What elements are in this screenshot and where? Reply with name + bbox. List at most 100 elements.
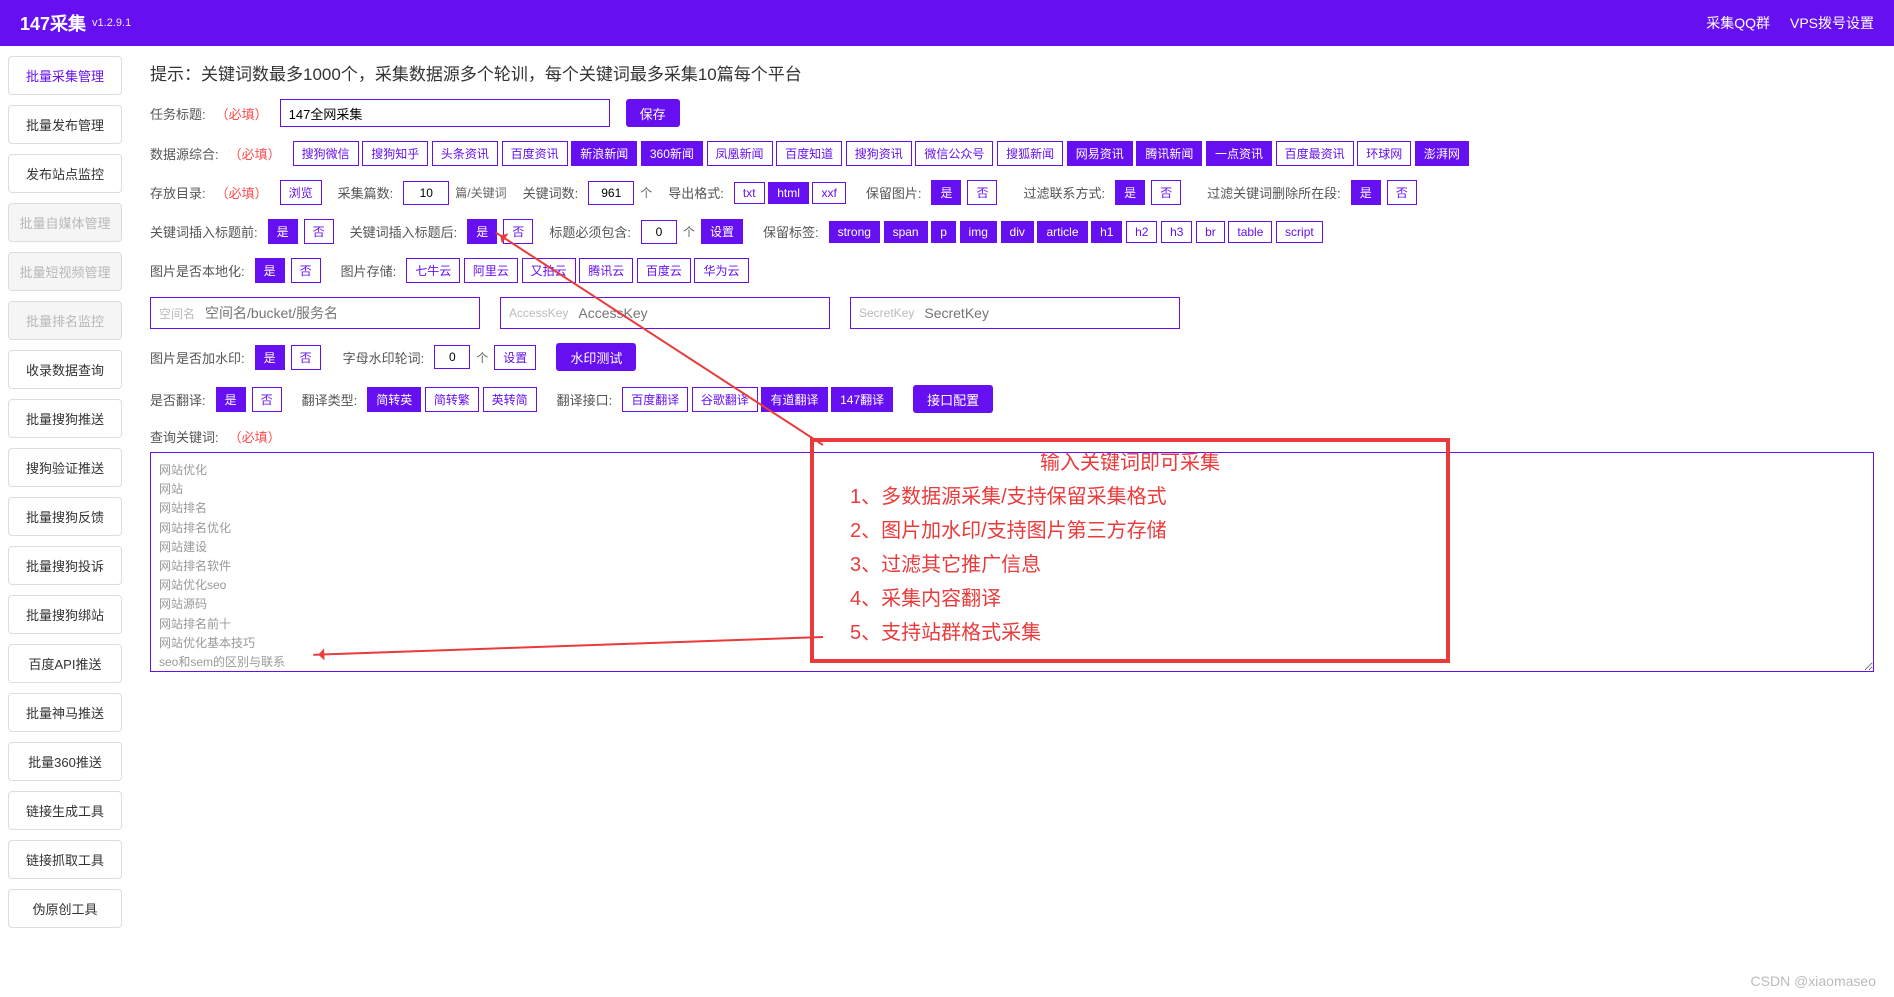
source-opt-11[interactable]: 网易资讯 [1067,141,1133,166]
insert-after-yes[interactable]: 是 [467,219,497,244]
source-opt-12[interactable]: 腾讯新闻 [1136,141,1202,166]
source-opt-13[interactable]: 一点资讯 [1206,141,1272,166]
sidebar-item-13[interactable]: 批量神马推送 [8,693,122,732]
source-opt-3[interactable]: 百度资讯 [502,141,568,166]
tag-opt-3[interactable]: img [960,221,997,243]
cloud-opt-3[interactable]: 腾讯云 [579,258,633,283]
accesskey-input[interactable] [578,305,821,321]
save-button[interactable]: 保存 [626,99,680,127]
insert-before-yes[interactable]: 是 [268,219,298,244]
must-set-button[interactable]: 设置 [701,219,743,244]
tag-opt-6[interactable]: h1 [1091,221,1122,243]
trans-yes[interactable]: 是 [216,387,246,412]
browse-button[interactable]: 浏览 [280,180,322,205]
trans-api-3[interactable]: 147翻译 [831,387,893,412]
sidebar-item-8[interactable]: 搜狗验证推送 [8,448,122,487]
cloud-opt-5[interactable]: 华为云 [694,258,748,283]
source-opt-4[interactable]: 新浪新闻 [571,141,637,166]
source-opt-8[interactable]: 搜狗资讯 [846,141,912,166]
wm-test-button[interactable]: 水印测试 [556,343,636,371]
fmt-opt-2[interactable]: xxf [812,182,845,204]
task-title-input[interactable] [280,99,610,127]
fmt-opt-0[interactable]: txt [734,182,765,204]
tag-opt-7[interactable]: h2 [1126,221,1157,243]
sidebar-item-1[interactable]: 批量发布管理 [8,105,122,144]
tag-opt-8[interactable]: h3 [1161,221,1192,243]
sidebar-item-9[interactable]: 批量搜狗反馈 [8,497,122,536]
source-opt-15[interactable]: 环球网 [1357,141,1411,166]
source-opt-1[interactable]: 搜狗知乎 [362,141,428,166]
source-opt-0[interactable]: 搜狗微信 [293,141,359,166]
trans-type-0[interactable]: 简转英 [367,387,421,412]
trans-api-0[interactable]: 百度翻译 [622,387,688,412]
trans-api-1[interactable]: 谷歌翻译 [692,387,758,412]
cloud-opt-2[interactable]: 又拍云 [522,258,576,283]
imglocal-yes[interactable]: 是 [255,258,285,283]
insert-before-no[interactable]: 否 [304,219,334,244]
wm-rot-input[interactable] [434,345,470,369]
count-input[interactable] [403,181,449,205]
wm-set-button[interactable]: 设置 [494,345,536,370]
contact-yes[interactable]: 是 [1115,180,1145,205]
keywords-textarea[interactable] [150,452,1874,672]
filterseg-yes[interactable]: 是 [1351,180,1381,205]
source-opt-5[interactable]: 360新闻 [641,141,703,166]
sidebar-item-15[interactable]: 链接生成工具 [8,791,122,830]
contact-no[interactable]: 否 [1151,180,1181,205]
trans-no[interactable]: 否 [252,387,282,412]
filterseg-no[interactable]: 否 [1387,180,1417,205]
source-opt-7[interactable]: 百度知道 [776,141,842,166]
row-insert: 关键词插入标题前: 是 否 关键词插入标题后: 是 否 标题必须包含: 个 设置… [150,219,1874,244]
cloud-opt-1[interactable]: 阿里云 [464,258,518,283]
tag-opt-0[interactable]: strong [829,221,880,243]
imglocal-no[interactable]: 否 [291,258,321,283]
trans-type-1[interactable]: 简转繁 [425,387,479,412]
api-config-button[interactable]: 接口配置 [913,385,993,413]
secretkey-input[interactable] [924,305,1171,321]
source-opt-2[interactable]: 头条资讯 [432,141,498,166]
sidebar-item-0[interactable]: 批量采集管理 [8,56,122,95]
tag-opt-2[interactable]: p [931,221,956,243]
sidebar-item-11[interactable]: 批量搜狗绑站 [8,595,122,634]
must-unit: 个 [683,223,695,240]
tag-opt-11[interactable]: script [1276,221,1323,243]
keepimg-yes[interactable]: 是 [931,180,961,205]
source-opt-9[interactable]: 微信公众号 [915,141,993,166]
wm-no[interactable]: 否 [291,345,321,370]
fmt-opt-1[interactable]: html [768,182,809,204]
sidebar-item-10[interactable]: 批量搜狗投诉 [8,546,122,585]
must-input[interactable] [641,220,677,244]
cloud-opt-0[interactable]: 七牛云 [406,258,460,283]
insert-after-no[interactable]: 否 [503,219,533,244]
bucket-input[interactable] [205,305,471,321]
tag-opt-4[interactable]: div [1001,221,1034,243]
task-label: 任务标题: [150,104,206,123]
sidebar-item-2[interactable]: 发布站点监控 [8,154,122,193]
insert-before-label: 关键词插入标题前: [150,222,258,241]
link-qq-group[interactable]: 采集QQ群 [1706,13,1770,33]
tag-opt-10[interactable]: table [1228,221,1272,243]
wm-yes[interactable]: 是 [255,345,285,370]
sidebar-item-16[interactable]: 链接抓取工具 [8,840,122,879]
sidebar-item-6[interactable]: 收录数据查询 [8,350,122,389]
keepimg-no[interactable]: 否 [967,180,997,205]
source-opt-16[interactable]: 澎湃网 [1415,141,1469,166]
trans-api-label: 翻译接口: [557,390,613,409]
bucket-input-wrap: 空间名 [150,297,480,329]
source-opt-10[interactable]: 搜狐新闻 [997,141,1063,166]
tag-opt-9[interactable]: br [1196,221,1225,243]
kwcount-input[interactable] [588,181,634,205]
row-translate: 是否翻译: 是 否 翻译类型: 简转英 简转繁 英转简 翻译接口: 百度翻译 谷… [150,385,1874,413]
tag-opt-1[interactable]: span [884,221,928,243]
sidebar-item-17[interactable]: 伪原创工具 [8,889,122,928]
source-opt-14[interactable]: 百度最资讯 [1276,141,1354,166]
sidebar-item-14[interactable]: 批量360推送 [8,742,122,781]
trans-type-2[interactable]: 英转简 [483,387,537,412]
trans-api-2[interactable]: 有道翻译 [761,387,827,412]
source-opt-6[interactable]: 凤凰新闻 [707,141,773,166]
tag-opt-5[interactable]: article [1037,221,1087,243]
sidebar-item-12[interactable]: 百度API推送 [8,644,122,683]
link-vps-settings[interactable]: VPS拨号设置 [1790,13,1874,33]
cloud-opt-4[interactable]: 百度云 [637,258,691,283]
sidebar-item-7[interactable]: 批量搜狗推送 [8,399,122,438]
